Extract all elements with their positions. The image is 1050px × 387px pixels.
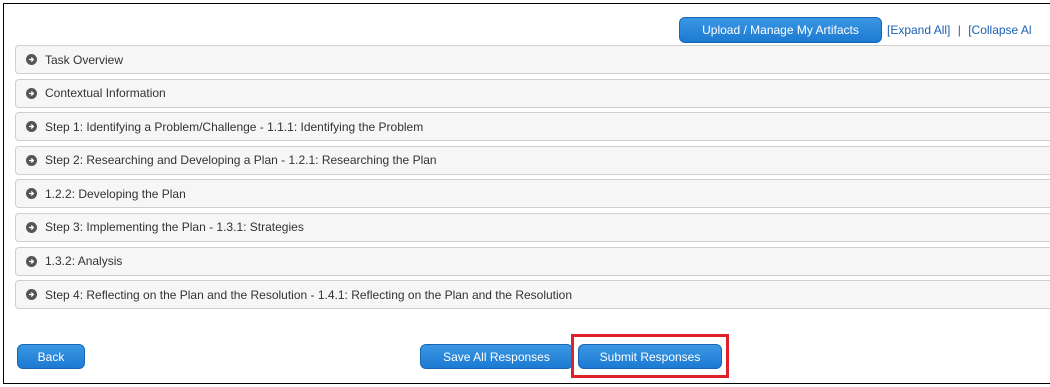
circle-arrow-right-icon — [26, 255, 37, 267]
circle-arrow-right-icon — [26, 154, 37, 166]
section-1-3-2[interactable]: 1.3.2: Analysis — [15, 246, 1050, 276]
back-button[interactable]: Back — [17, 344, 85, 369]
circle-arrow-right-icon — [26, 221, 37, 233]
submit-responses-button[interactable]: Submit Responses — [578, 344, 722, 369]
section-1-2-2[interactable]: 1.2.2: Developing the Plan — [15, 179, 1050, 209]
circle-arrow-right-icon — [26, 87, 37, 99]
upload-manage-artifacts-button[interactable]: Upload / Manage My Artifacts — [679, 17, 882, 43]
section-step-2[interactable]: Step 2: Researching and Developing a Pla… — [15, 145, 1050, 175]
circle-arrow-right-icon — [26, 188, 37, 200]
section-label: 1.2.2: Developing the Plan — [45, 186, 186, 201]
circle-arrow-right-icon — [26, 289, 37, 301]
circle-arrow-right-icon — [26, 54, 37, 65]
section-label: Step 1: Identifying a Problem/Challenge … — [45, 119, 424, 134]
section-label: 1.3.2: Analysis — [45, 254, 123, 269]
save-all-responses-button[interactable]: Save All Responses — [420, 344, 573, 369]
section-label: Step 3: Implementing the Plan - 1.3.1: S… — [45, 220, 304, 235]
accordion-sections: Task Overview Contextual Information Ste… — [15, 45, 1050, 314]
section-contextual-information[interactable]: Contextual Information — [15, 78, 1050, 108]
link-separator: | — [957, 23, 961, 37]
section-task-overview[interactable]: Task Overview — [15, 45, 1050, 74]
section-step-3[interactable]: Step 3: Implementing the Plan - 1.3.1: S… — [15, 212, 1050, 242]
section-label: Step 2: Researching and Developing a Pla… — [45, 153, 437, 168]
collapse-all-link[interactable]: [Collapse Al — [968, 23, 1031, 37]
section-step-1[interactable]: Step 1: Identifying a Problem/Challenge … — [15, 112, 1050, 142]
top-toolbar: Upload / Manage My Artifacts [Expand All… — [679, 17, 1032, 43]
section-label: Step 4: Reflecting on the Plan and the R… — [45, 287, 573, 302]
section-step-4[interactable]: Step 4: Reflecting on the Plan and the R… — [15, 280, 1050, 310]
section-label: Task Overview — [45, 52, 124, 67]
section-label: Contextual Information — [45, 86, 166, 101]
expand-all-link[interactable]: [Expand All] — [887, 23, 950, 37]
expand-collapse-links: [Expand All] | [Collapse Al — [887, 23, 1032, 37]
circle-arrow-right-icon — [26, 121, 37, 133]
